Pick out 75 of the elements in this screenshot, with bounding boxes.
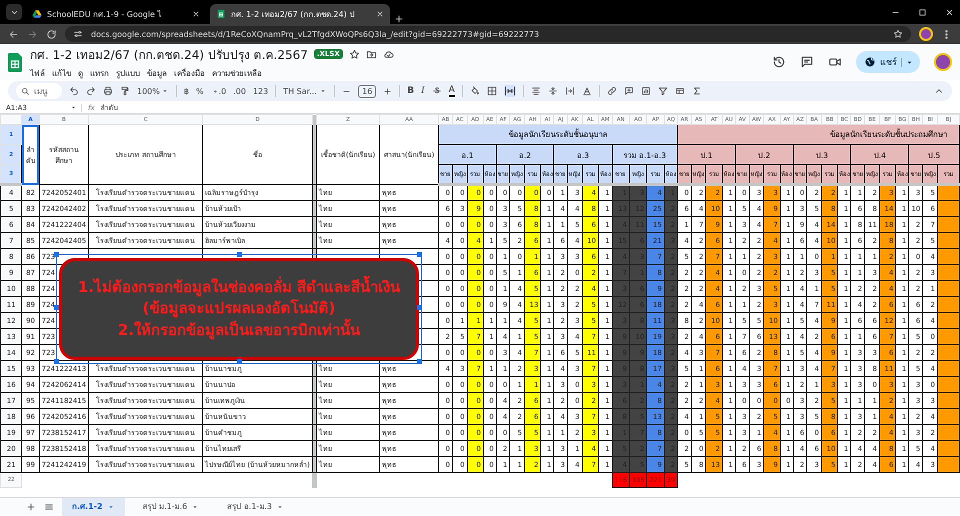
back-icon[interactable] — [8, 28, 19, 40]
section-heading: ข้อมูลนักเรียนระดับชั้นอนุบาล — [438, 124, 678, 144]
text-rotation-icon[interactable] — [582, 86, 592, 96]
menu-item[interactable]: แก้ไข — [52, 66, 71, 80]
browser-tab[interactable]: กศ. 1-2 เทอม2/67 (กก.ตชด.24) ป — [210, 4, 390, 24]
font-select[interactable]: TH Sar... — [283, 86, 328, 96]
currency-format-button[interactable]: ฿ — [184, 86, 189, 96]
browser-tab[interactable]: SchoolEDU กศ.1-9 - Google ไ — [26, 4, 206, 24]
menu-item[interactable]: แทรก — [90, 66, 109, 80]
account-avatar[interactable] — [934, 53, 952, 71]
address-bar[interactable]: docs.google.com/spreadsheets/d/1ReCoXQnamPrq_vL2TfgdXWoQPs6Q3la_/edit?gid=69222773#gid=69222773 — [65, 26, 911, 42]
filter-icon[interactable] — [658, 86, 668, 96]
triangle-logo-icon — [32, 9, 42, 19]
star-icon[interactable] — [348, 48, 360, 60]
sigma-icon[interactable] — [692, 86, 702, 96]
profile-avatar[interactable] — [919, 27, 933, 41]
history-icon[interactable] — [772, 55, 786, 69]
menu-item[interactable]: ไฟล์ — [30, 66, 45, 80]
strikethrough-icon[interactable] — [432, 86, 442, 96]
comment-icon[interactable] — [800, 55, 814, 69]
add-comment-icon[interactable] — [624, 86, 634, 96]
menu-item[interactable]: ดู — [78, 66, 83, 80]
section-heading: ข้อมูลนักเรียนระดับชั้นประถมศึกษา — [678, 124, 960, 144]
vertical-align-icon[interactable] — [548, 86, 558, 96]
tab-search-button[interactable] — [6, 4, 22, 20]
new-tab-icon[interactable] — [394, 14, 404, 24]
reload-icon[interactable] — [46, 28, 57, 40]
move-folder-icon[interactable] — [366, 48, 377, 60]
merge-cells-icon[interactable] — [504, 85, 516, 97]
add-sheet-icon[interactable] — [26, 502, 36, 512]
align-icon[interactable] — [530, 86, 541, 96]
increase-decimal-button[interactable]: .00 — [233, 86, 246, 96]
forward-icon[interactable] — [27, 28, 38, 40]
percent-format-button[interactable]: % — [196, 86, 204, 96]
share-button[interactable]: แชร์ — [856, 51, 920, 73]
undo-icon[interactable] — [69, 86, 79, 96]
site-settings-icon[interactable] — [73, 29, 83, 39]
sheet-logo-icon — [216, 9, 226, 19]
sheets-logo-icon[interactable] — [8, 52, 22, 72]
cloud-saved-icon[interactable] — [382, 48, 394, 60]
caret-icon[interactable] — [70, 104, 77, 111]
filter-views-icon[interactable] — [674, 86, 685, 96]
print-icon[interactable] — [103, 86, 113, 96]
decrease-decimal-button[interactable]: .0 — [210, 86, 226, 96]
paint-format-icon[interactable] — [120, 86, 130, 96]
link-icon[interactable] — [606, 86, 617, 96]
borders-icon[interactable] — [486, 86, 497, 96]
menu-item[interactable]: ความช่วยเหลือ — [212, 66, 262, 80]
bookmark-star-icon[interactable] — [893, 29, 903, 39]
sheet-tab[interactable]: สรุป อ.1-ม.3 — [217, 498, 294, 516]
bold-button[interactable]: B — [407, 86, 414, 96]
text-wrap-icon[interactable] — [564, 86, 575, 96]
all-sheets-icon[interactable] — [44, 502, 54, 512]
menu-item[interactable]: รูปแบบ — [116, 66, 140, 80]
number-format-button[interactable]: 123 — [252, 86, 268, 96]
sheet-tab[interactable]: สรุป ม.1-ม.6 — [132, 498, 210, 516]
font-size-field[interactable]: 16 — [358, 84, 376, 98]
fill-color-icon[interactable] — [470, 86, 480, 96]
maximize-icon[interactable] — [918, 8, 927, 16]
globe-icon — [864, 56, 876, 68]
italic-button[interactable]: I — [421, 86, 425, 96]
chart-icon[interactable] — [640, 86, 651, 96]
close-icon[interactable] — [945, 8, 954, 16]
text-color-button[interactable]: A — [448, 86, 455, 96]
zoom-select[interactable]: 100% — [137, 86, 169, 96]
document-title[interactable]: กศ. 1-2 เทอม2/67 (กก.ตชด.24) ปรับปรุง ต.ค.2567 — [30, 44, 308, 64]
close-icon — [376, 10, 384, 18]
menu-item[interactable]: ข้อมูล — [147, 66, 167, 80]
close-icon — [192, 10, 200, 18]
redo-icon[interactable] — [86, 86, 96, 96]
sheet-tab[interactable]: ก.ศ.1-2 — [62, 498, 125, 516]
menu-item[interactable]: เครื่องมือ — [174, 66, 205, 80]
plus-icon[interactable] — [383, 86, 392, 96]
search-icon — [21, 86, 30, 96]
menu-search-field[interactable]: เมนู — [16, 83, 62, 99]
